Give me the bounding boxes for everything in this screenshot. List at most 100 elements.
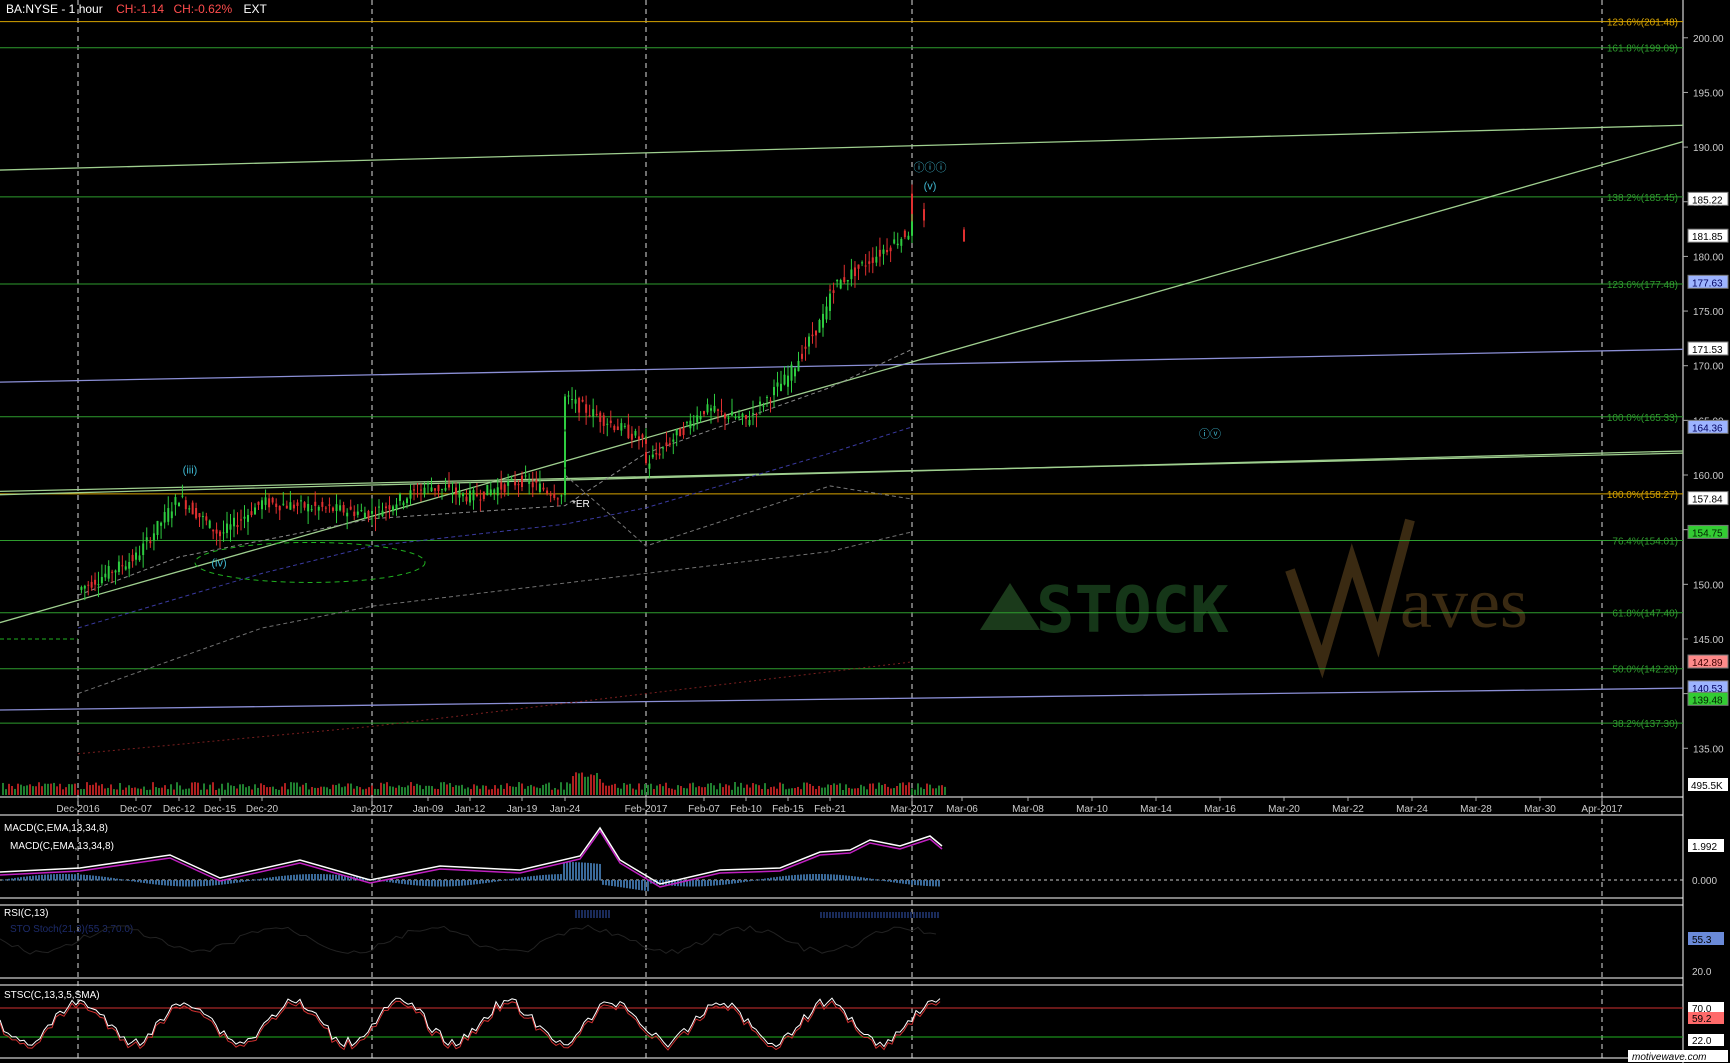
macd-histogram-bar [569,862,571,881]
macd-histogram-bar [782,876,784,881]
rsi-bar [829,912,831,918]
macd-histogram-bar [518,877,520,881]
x-axis-tick-label: Jan-2017 [351,804,393,815]
macd-histogram-bar [104,876,106,881]
volume-bar [782,783,784,795]
volume-bar [845,784,847,795]
macd-histogram-bar [278,876,280,881]
macd-histogram-bar [488,880,490,883]
macd-histogram-bar [401,880,403,884]
price-candle-body [634,431,637,436]
volume-bar [377,789,379,795]
macd-histogram-bar [890,880,892,883]
volume-bar [29,784,31,795]
macd-title: MACD(C,EMA,13,34,8) [4,823,108,834]
volume-bar [818,785,820,795]
macd-histogram-bar [899,880,901,884]
price-candle-body [524,475,527,477]
macd-histogram-bar [698,880,700,887]
volume-bar [122,789,124,795]
volume-bar [581,772,583,795]
chart-canvas[interactable]: STOCK aves 123.6%(201.48) 161.8%(199.09) 138… [0,0,1730,1063]
macd-histogram-bar [854,876,856,881]
x-axis-tick-label: Mar-2017 [891,804,934,815]
macd-histogram-bar [494,880,496,882]
volume-bar [932,788,934,795]
price-candle-body [482,491,485,499]
price-candle-body [317,506,320,511]
price-candle-body [857,264,860,269]
watermark-stock-text: STOCK [1036,574,1229,648]
price-candle-body [342,505,345,513]
macd-histogram-bar [437,880,439,887]
rsi-bar [871,912,873,918]
macd-histogram-bar [902,880,904,884]
price-candle-body [556,498,559,500]
macd-histogram-bar [200,880,202,887]
price-candle-body [367,510,370,519]
volume-bar [248,786,250,795]
macd-histogram-bar [803,874,805,881]
rsi-bar [913,912,915,918]
price-candle-body [250,511,253,516]
price-candle-body [503,484,506,493]
x-axis-tick-label: Mar-30 [1524,804,1556,815]
x-axis-tick-label: Dec-2016 [56,804,100,815]
price-candle-body [296,502,299,506]
fib-level-label: 50.0%(142.28) [1612,665,1678,676]
rsi-bar [838,912,840,918]
volume-bar [878,782,880,795]
macd-histogram-bar [641,880,643,891]
macd-histogram-bar [266,877,268,881]
volume-bar [617,787,619,795]
price-candle-body [328,504,331,506]
price-candle-body [546,490,549,494]
price-candle-body [762,405,765,407]
price-candle-body [385,506,387,509]
macd-histogram-bar [794,874,796,881]
macd-histogram-bar [935,880,937,887]
macd-histogram-bar [38,875,40,881]
volume-bar [611,784,613,795]
macd-histogram-bar [284,875,286,881]
macd-histogram-bar [578,862,580,881]
price-candle-body [156,520,159,536]
macd-histogram-bar [710,880,712,886]
macd-histogram-bar [74,874,76,881]
volume-bar [701,787,703,795]
volume-bar [671,788,673,795]
x-axis-tick-label: Dec-20 [246,804,279,815]
volume-bar [767,789,769,795]
macd-histogram-bar [530,876,532,881]
macd-histogram-bar [329,874,331,881]
macd-histogram-bar [932,880,934,887]
volume-bar [224,789,226,795]
macd-histogram-bar [131,880,133,882]
price-badge-label: 139.48 [1692,695,1723,706]
volume-bar [146,789,148,795]
volume-bar [410,782,412,795]
volume-bar [539,788,541,795]
volume-bar [383,783,385,795]
volume-bar [530,784,532,795]
price-candle-body [254,507,256,515]
macd-histogram-bar [152,880,154,885]
price-candle-body [195,508,198,519]
price-candle-body [734,417,737,419]
macd-histogram-bar [473,880,475,885]
price-candle-body [571,398,574,400]
macd-histogram-bar [758,879,760,881]
volume-bar [692,782,694,795]
price-candle-body [623,425,626,427]
volume-bar [419,785,421,795]
volume-bar [869,783,871,795]
macd-histogram-bar [20,877,22,881]
volume-bar [821,787,823,795]
watermark-w-mark [1285,518,1415,679]
macd-histogram-bar [305,874,307,881]
price-candle-body [720,410,723,412]
macd-histogram-bar [149,880,151,884]
macd-histogram-bar [731,880,733,884]
volume-bar [311,787,313,795]
price-candle-body [374,517,377,519]
